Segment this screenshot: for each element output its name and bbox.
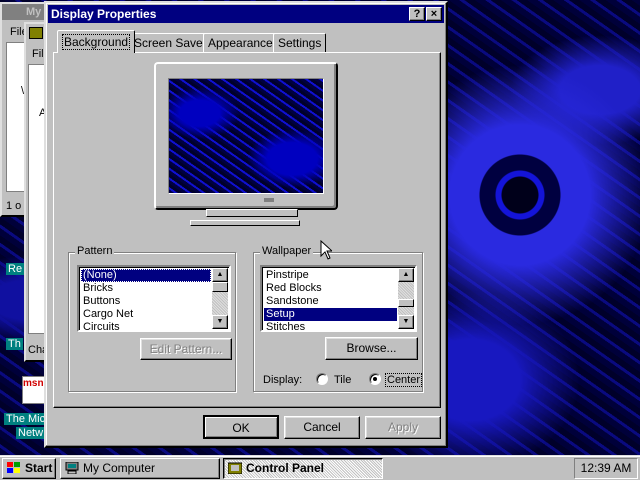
wallpaper-scrollbar[interactable]: ▲ ▼ (398, 268, 414, 329)
taskbar-item-label: My Computer (83, 461, 156, 475)
scroll-thumb[interactable] (398, 299, 414, 307)
dialog-title: Display Properties (51, 7, 157, 21)
pattern-listbox[interactable]: (None) Bricks Buttons Cargo Net Circuits… (77, 265, 231, 334)
pattern-group: Pattern (None) Bricks Buttons Cargo Net … (68, 245, 236, 392)
tile-radio-label[interactable]: Tile (334, 374, 351, 386)
help-button[interactable]: ? (409, 7, 425, 21)
tab-label: Background (62, 34, 131, 50)
tab-screen-saver[interactable]: Screen Saver (129, 33, 212, 52)
scroll-up-arrow-icon[interactable]: ▲ (212, 268, 228, 282)
close-button[interactable]: × (426, 7, 442, 21)
ok-button[interactable]: OK (203, 415, 279, 439)
wallpaper-list-items: Pinstripe Red Blocks Sandstone Setup Sti… (264, 269, 397, 334)
tab-settings[interactable]: Settings (273, 33, 327, 52)
windows-logo-icon (7, 462, 20, 473)
mouse-pointer-icon (320, 240, 332, 260)
wallpaper-list-item[interactable]: Setup (264, 308, 397, 321)
monitor-power-light (264, 198, 274, 202)
pattern-list-item[interactable]: Circuits (81, 321, 211, 334)
tab-label: Screen Saver (134, 36, 207, 50)
pattern-list-items: (None) Bricks Buttons Cargo Net Circuits (81, 269, 211, 334)
cancel-button[interactable]: Cancel (284, 416, 360, 439)
desktop-icon-label[interactable]: Re (6, 263, 25, 275)
display-properties-dialog: Display Properties ? × Background Screen… (44, 1, 448, 448)
center-radio[interactable] (369, 373, 381, 385)
pattern-list-item[interactable]: Bricks (81, 282, 211, 295)
tile-radio[interactable] (316, 373, 328, 385)
monitor-base (190, 220, 300, 226)
wallpaper-listbox[interactable]: Pinstripe Red Blocks Sandstone Setup Sti… (260, 265, 417, 334)
start-label: Start (25, 461, 53, 475)
desktop-icon-label[interactable]: Th (6, 338, 23, 350)
desktop-icon-label[interactable]: Netw (16, 427, 46, 439)
tab-appearance[interactable]: Appearance (203, 33, 278, 52)
pattern-list-item[interactable]: Cargo Net (81, 308, 211, 321)
background-window-icon (29, 27, 43, 39)
background-window-titlebar[interactable]: My (2, 4, 44, 20)
taskbar-item-my-computer[interactable]: My Computer (60, 458, 220, 479)
pattern-list-item[interactable]: Buttons (81, 295, 211, 308)
wallpaper-group-label: Wallpaper (260, 245, 314, 257)
background-window-title: My (26, 6, 42, 18)
background-window-status: 1 o (6, 200, 22, 212)
taskbar: Start My Computer Control Panel 12:39 AM (0, 455, 640, 480)
monitor-stand (206, 209, 298, 217)
wallpaper-list-item[interactable]: Sandstone (264, 295, 397, 308)
computer-icon (65, 462, 79, 474)
dialog-titlebar[interactable]: Display Properties ? × (48, 5, 444, 23)
tab-background[interactable]: Background (57, 30, 136, 53)
apply-button[interactable]: Apply (365, 416, 441, 439)
display-mode-label: Display: (263, 374, 303, 386)
scroll-up-arrow-icon[interactable]: ▲ (398, 268, 414, 282)
browse-button[interactable]: Browse... (325, 337, 418, 360)
edit-pattern-button[interactable]: Edit Pattern... (140, 338, 232, 360)
pattern-list-item[interactable]: (None) (81, 269, 211, 282)
tab-label: Settings (278, 36, 322, 50)
wallpaper-preview-screen (168, 78, 324, 194)
pattern-scrollbar[interactable]: ▲ ▼ (212, 268, 228, 329)
scroll-thumb[interactable] (212, 282, 228, 292)
taskbar-item-control-panel[interactable]: Control Panel (223, 458, 383, 479)
msn-icon-text: msn (23, 378, 44, 389)
msn-icon[interactable]: msn (22, 376, 46, 404)
center-radio-label[interactable]: Center (385, 373, 423, 387)
wallpaper-list-item[interactable]: Stitches (264, 321, 397, 334)
start-button[interactable]: Start (2, 458, 56, 479)
wallpaper-list-item[interactable]: Pinstripe (264, 269, 397, 282)
monitor-preview (154, 62, 338, 210)
desktop-icon-label[interactable]: The Mic (4, 413, 48, 425)
pattern-group-label: Pattern (75, 245, 115, 257)
scroll-down-arrow-icon[interactable]: ▼ (212, 315, 228, 329)
scroll-down-arrow-icon[interactable]: ▼ (398, 315, 414, 329)
wallpaper-list-item[interactable]: Red Blocks (264, 282, 397, 295)
control-panel-icon (228, 462, 242, 474)
tab-label: Appearance (208, 36, 273, 50)
system-clock[interactable]: 12:39 AM (574, 458, 638, 479)
taskbar-item-label: Control Panel (246, 461, 325, 475)
wallpaper-group: Wallpaper Pinstripe Red Blocks Sandstone… (253, 245, 423, 392)
